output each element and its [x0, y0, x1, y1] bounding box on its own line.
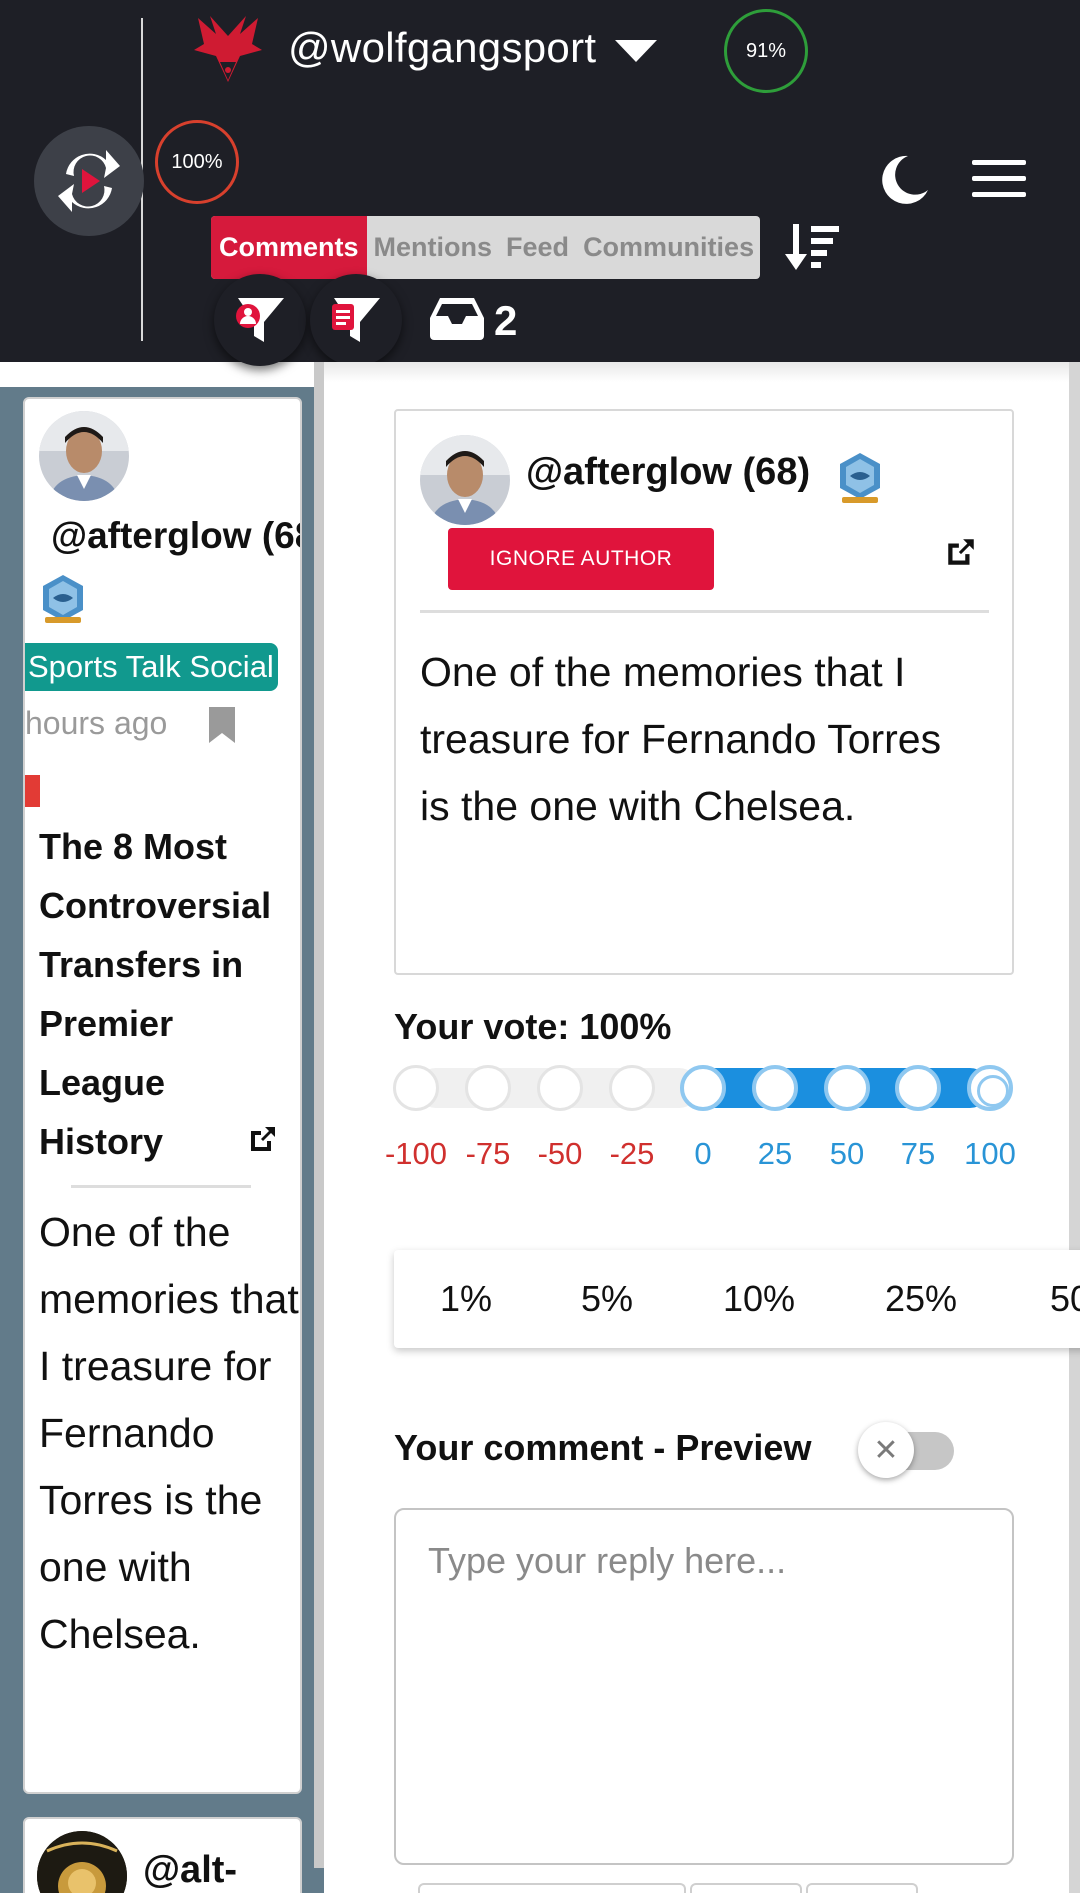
sort-icon[interactable] — [785, 222, 841, 277]
percent-option-10[interactable]: 10% — [723, 1278, 795, 1320]
tab-communities[interactable]: Communities — [576, 216, 760, 279]
tab-feed[interactable]: Feed — [499, 216, 576, 279]
avatar[interactable] — [39, 411, 129, 501]
external-link-icon[interactable] — [944, 535, 978, 574]
vote-label: Your vote: 100% — [394, 1006, 672, 1047]
resource-credits-ring[interactable]: 100% — [155, 120, 239, 204]
vote-stop-75[interactable] — [895, 1065, 941, 1111]
right-scrollbar[interactable] — [1069, 362, 1080, 1893]
comment-body: One of the memories that I treasure for … — [39, 1209, 299, 1657]
composer-button[interactable] — [690, 1883, 802, 1893]
vote-stop-minus-25[interactable] — [609, 1065, 655, 1111]
author-line[interactable]: @afterglow (68) — [526, 451, 810, 494]
community-tag[interactable]: Sports Talk Social — [25, 643, 278, 691]
app-logo[interactable] — [34, 126, 144, 236]
tab-mentions[interactable]: Mentions — [367, 216, 500, 279]
rank-badge-icon — [39, 573, 87, 630]
rank-badge-icon — [836, 451, 884, 512]
voting-power-ring[interactable]: 91% — [724, 9, 808, 93]
list-item[interactable]: @alt- — [23, 1817, 302, 1893]
avatar[interactable] — [420, 435, 510, 525]
panel-shadow — [324, 362, 1069, 382]
vote-stop-minus-50[interactable] — [537, 1065, 583, 1111]
bookmark-icon[interactable] — [207, 705, 237, 750]
left-scrollbar[interactable] — [314, 362, 324, 1868]
divider — [420, 610, 989, 613]
author-name[interactable]: @afterglow — [526, 451, 732, 493]
comment-body: One of the memories that I treasure for … — [420, 649, 942, 829]
percent-option-1[interactable]: 1% — [440, 1278, 492, 1320]
percent-option-50[interactable]: 50% — [1050, 1278, 1080, 1320]
percent-option-25[interactable]: 25% — [885, 1278, 957, 1320]
tab-comments[interactable]: Comments — [211, 216, 367, 279]
avatar[interactable] — [37, 1831, 127, 1893]
app-logo-icon — [58, 150, 120, 212]
comment-label: Your comment - Preview — [394, 1427, 812, 1468]
tab-bar: Comments Mentions Feed Communities — [211, 216, 760, 279]
reply-input[interactable] — [394, 1508, 1014, 1865]
divider — [71, 1185, 251, 1188]
vote-stop-25[interactable] — [752, 1065, 798, 1111]
menu-icon[interactable] — [972, 160, 1026, 197]
comment-card: @afterglow (68) IGNORE AUTHOR One of the… — [394, 409, 1014, 975]
post-title[interactable]: The 8 Most Controversial Transfers in Pr… — [39, 817, 289, 1171]
composer-button[interactable] — [806, 1883, 918, 1893]
filter-author-button[interactable] — [214, 274, 306, 366]
ignore-author-button[interactable]: IGNORE AUTHOR — [448, 528, 714, 590]
preview-toggle[interactable]: ✕ — [858, 1422, 914, 1478]
close-icon: ✕ — [873, 1433, 899, 1467]
vote-stop-0[interactable] — [680, 1065, 726, 1111]
vote-slider-handle[interactable] — [967, 1065, 1013, 1111]
filter-author-icon — [236, 298, 284, 342]
external-link-icon[interactable] — [247, 1123, 279, 1160]
author-reputation: (68) — [742, 451, 811, 493]
percent-option-5[interactable]: 5% — [581, 1278, 633, 1320]
filter-post-button[interactable] — [310, 274, 402, 366]
author-name[interactable]: @afterglow (68 — [51, 515, 300, 557]
vote-stop-minus-100[interactable] — [393, 1065, 439, 1111]
caret-down-icon[interactable] — [615, 40, 657, 62]
author-name[interactable]: @alt- — [143, 1849, 237, 1892]
vote-stop-50[interactable] — [824, 1065, 870, 1111]
filter-post-icon — [332, 298, 380, 342]
post-time: hours ago — [25, 705, 168, 741]
account-icon[interactable] — [190, 10, 266, 91]
notification-badge — [25, 775, 40, 807]
moon-icon[interactable] — [878, 154, 930, 211]
percent-options-bar: 1% 5% 10% 25% 50% — [394, 1250, 1080, 1348]
composer-button[interactable] — [418, 1883, 686, 1893]
vote-tick-label: 100 — [964, 1136, 1016, 1171]
inbox-count[interactable]: 2 — [494, 297, 517, 345]
account-name[interactable]: @wolfgangsport — [288, 24, 596, 72]
vote-stop-minus-75[interactable] — [465, 1065, 511, 1111]
inbox-icon[interactable] — [428, 296, 486, 345]
comment-list-panel[interactable]: @afterglow (68 Sports Talk Social hours … — [0, 387, 324, 1893]
list-item[interactable]: @afterglow (68 Sports Talk Social hours … — [23, 397, 302, 1794]
app-header: @wolfgangsport 91% 100% Comments Mention… — [0, 0, 1080, 366]
